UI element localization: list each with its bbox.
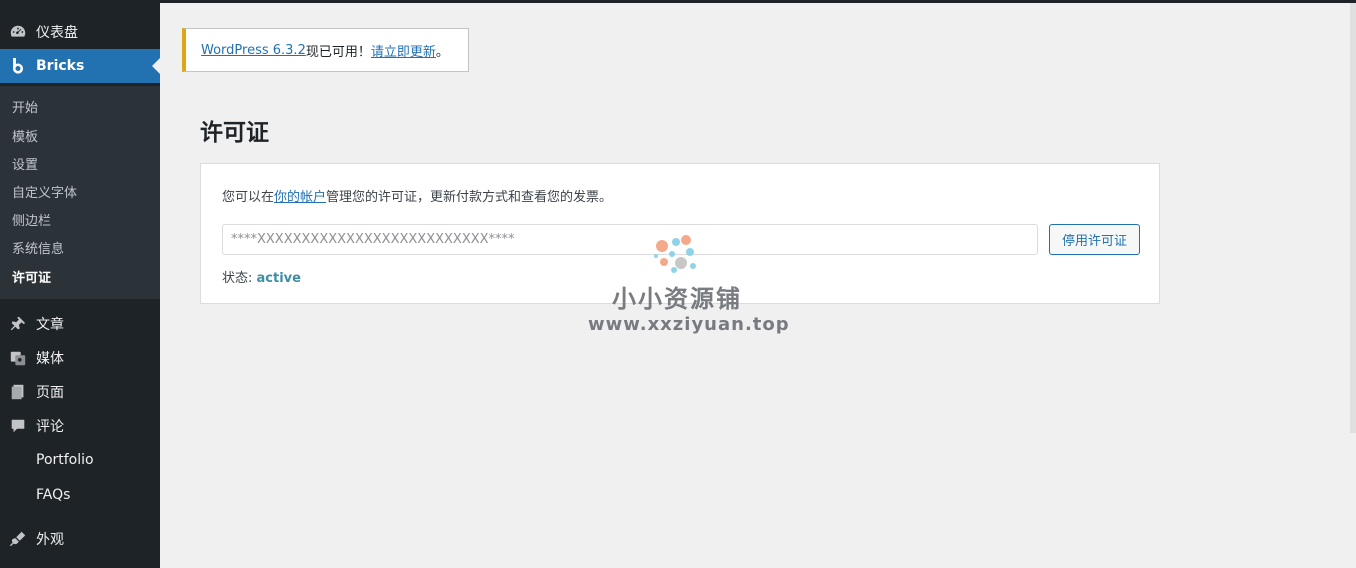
status-label: 状态:: [222, 271, 253, 286]
account-link[interactable]: 你的帐户: [274, 190, 326, 205]
license-description: 您可以在你的帐户管理您的许可证，更新付款方式和查看您的发票。: [222, 186, 612, 205]
admin-top-bar: [0, 0, 1356, 3]
brush-icon: [0, 530, 36, 548]
menu-item-dashboard[interactable]: 仪表盘: [0, 15, 160, 49]
status-value: active: [256, 271, 301, 286]
submenu-item-license[interactable]: 许可证: [12, 265, 51, 287]
submenu-item-sidebars[interactable]: 侧边栏: [12, 208, 51, 230]
menu-item-faqs[interactable]: FAQs: [0, 478, 160, 512]
submenu-item-system-info[interactable]: 系统信息: [12, 236, 64, 258]
menu-item-bricks[interactable]: Bricks: [0, 49, 160, 83]
menu-item-pages[interactable]: 页面: [0, 375, 160, 409]
submenu-item-getting-started[interactable]: 开始: [12, 95, 38, 117]
update-notice: WordPress 6.3.2 现已可用！ 请立即更新。: [182, 28, 469, 72]
update-now-link[interactable]: 请立即更新: [371, 41, 436, 60]
menu-item-posts[interactable]: 文章: [0, 307, 160, 341]
deactivate-license-button[interactable]: 停用许可证: [1049, 224, 1140, 255]
media-icon: [0, 349, 36, 367]
menu-label-posts: 文章: [36, 317, 64, 333]
menu-label-pages: 页面: [36, 385, 64, 401]
watermark-name: 小小资源铺: [612, 285, 742, 313]
bricks-submenu: 开始 模板 设置 自定义字体 侧边栏 系统信息 许可证: [0, 86, 160, 299]
watermark-url: www.xxziyuan.top: [588, 314, 790, 335]
page-title: 许可证: [200, 120, 269, 146]
menu-label-dashboard: 仪表盘: [36, 25, 78, 41]
menu-label-bricks: Bricks: [36, 58, 85, 74]
submenu-item-templates[interactable]: 模板: [12, 124, 38, 146]
page-icon: [0, 383, 36, 401]
desc-suffix: 管理您的许可证，更新付款方式和查看您的发票。: [326, 190, 613, 205]
bricks-logo-icon: [0, 57, 36, 75]
menu-item-appearance[interactable]: 外观: [0, 522, 160, 556]
license-key-input[interactable]: [222, 224, 1038, 255]
notice-text: 现已可用！: [305, 44, 371, 60]
menu-label-media: 媒体: [36, 351, 64, 367]
dashboard-icon: [0, 23, 36, 41]
menu-item-portfolio[interactable]: Portfolio: [0, 443, 160, 477]
desc-prefix: 您可以在: [222, 190, 275, 205]
license-status: 状态: active: [222, 267, 301, 286]
menu-label-faqs: FAQs: [36, 487, 71, 503]
admin-sidebar: 仪表盘 Bricks 开始 模板 设置 自定义字体 侧边栏 系统信息 许可证 文…: [0, 3, 160, 568]
comment-icon: [0, 417, 36, 435]
pushpin-icon: [0, 315, 36, 333]
wordpress-version-link[interactable]: WordPress 6.3.2: [201, 43, 306, 58]
menu-item-media[interactable]: 媒体: [0, 341, 160, 375]
watermark-logo-icon: [654, 235, 696, 273]
menu-label-portfolio: Portfolio: [36, 452, 94, 468]
menu-label-appearance: 外观: [36, 532, 64, 548]
notice-period: 。: [435, 44, 449, 60]
submenu-item-custom-fonts[interactable]: 自定义字体: [12, 180, 77, 202]
menu-item-comments[interactable]: 评论: [0, 409, 160, 443]
menu-label-comments: 评论: [36, 419, 64, 435]
submenu-item-settings[interactable]: 设置: [12, 152, 38, 174]
scrollbar[interactable]: [1350, 3, 1356, 433]
